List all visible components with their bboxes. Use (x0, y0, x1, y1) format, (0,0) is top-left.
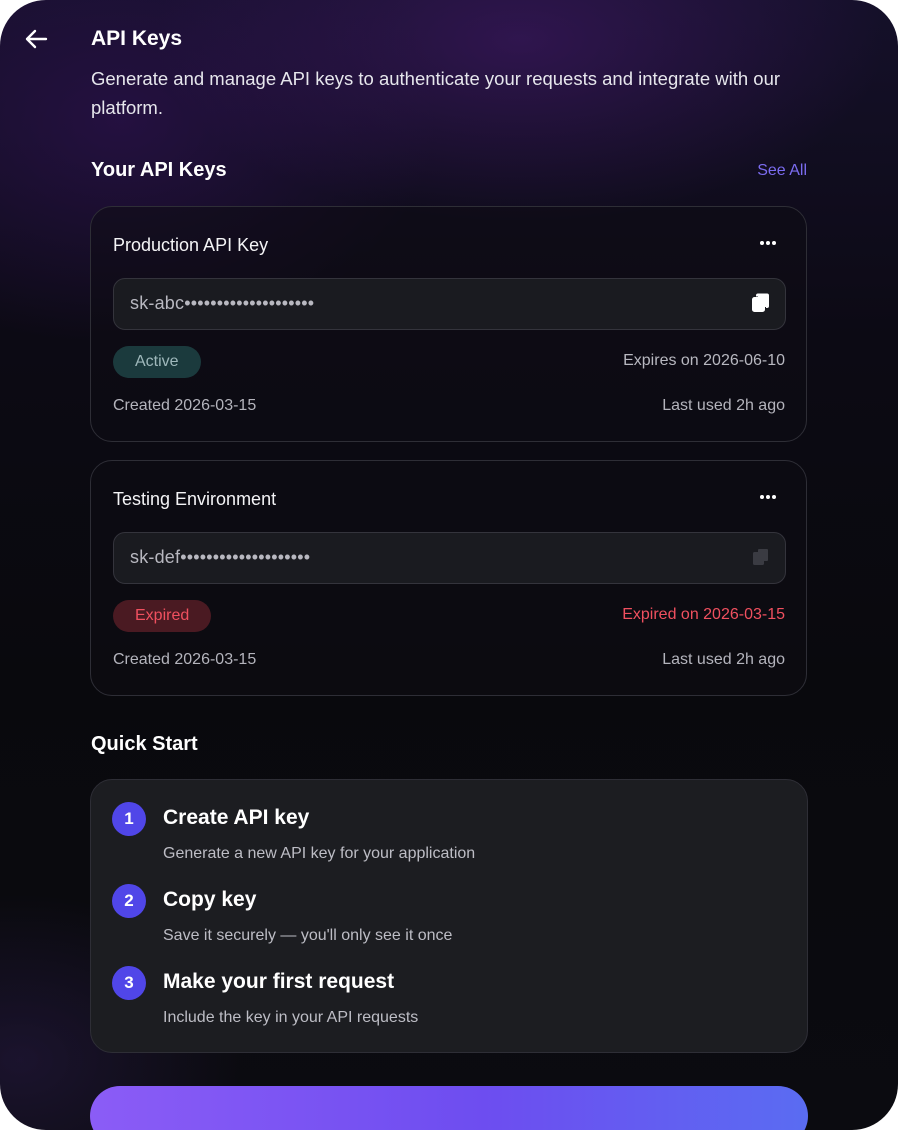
status-badge-expired: Expired (113, 600, 212, 632)
step-description: Save it securely — you'll only see it on… (163, 927, 453, 944)
back-button[interactable] (22, 26, 50, 52)
more-horizontal-icon (760, 241, 776, 245)
key-field: sk-def•••••••••••••••••••• (113, 532, 786, 584)
step-number: 3 (112, 966, 146, 1000)
section-title-quick-start: Quick Start (91, 733, 198, 755)
step-title: Copy key (163, 888, 257, 911)
expiry-date: Expired on 2026-03-15 (622, 606, 785, 623)
more-horizontal-icon (760, 495, 776, 499)
status-badge-active: Active (113, 346, 201, 378)
see-all-link[interactable]: See All (757, 162, 807, 180)
key-name: Production API Key (113, 235, 269, 255)
step-description: Generate a new API key for your applicat… (163, 845, 476, 862)
created-date: Created 2026-03-15 (113, 397, 257, 414)
key-value: sk-abc•••••••••••••••••••• (130, 293, 315, 313)
last-used: Last used 2h ago (662, 397, 785, 414)
key-value: sk-def•••••••••••••••••••• (130, 547, 311, 567)
step-description: Include the key in your API requests (163, 1009, 419, 1026)
copy-button[interactable] (751, 293, 773, 315)
api-key-card-testing: Testing Environment sk-def••••••••••••••… (90, 460, 807, 696)
key-field[interactable]: sk-abc•••••••••••••••••••• (113, 278, 786, 330)
created-date: Created 2026-03-15 (113, 651, 257, 668)
app-screen: API Keys Generate and manage API keys to… (0, 0, 898, 1130)
section-title-api-keys: Your API Keys (91, 159, 227, 181)
page-title: API Keys (91, 27, 183, 50)
api-key-card-production: Production API Key sk-abc•••••••••••••••… (90, 206, 807, 442)
step-number: 1 (112, 802, 146, 836)
key-name: Testing Environment (113, 489, 277, 509)
arrow-left-icon (25, 29, 48, 49)
page-subtitle: Generate and manage API keys to authenti… (91, 68, 781, 118)
primary-action-button[interactable] (90, 1086, 808, 1130)
more-options-button[interactable] (758, 487, 778, 507)
step-number: 2 (112, 884, 146, 918)
more-options-button[interactable] (758, 233, 778, 253)
expiry-date: Expires on 2026-06-10 (623, 352, 785, 369)
copy-icon (752, 293, 769, 312)
quick-start-card: 1 Create API key Generate a new API key … (90, 779, 808, 1053)
copy-icon (753, 549, 768, 565)
step-title: Make your first request (163, 970, 395, 993)
last-used: Last used 2h ago (662, 651, 785, 668)
step-title: Create API key (163, 806, 310, 829)
copy-button-disabled (751, 547, 773, 569)
